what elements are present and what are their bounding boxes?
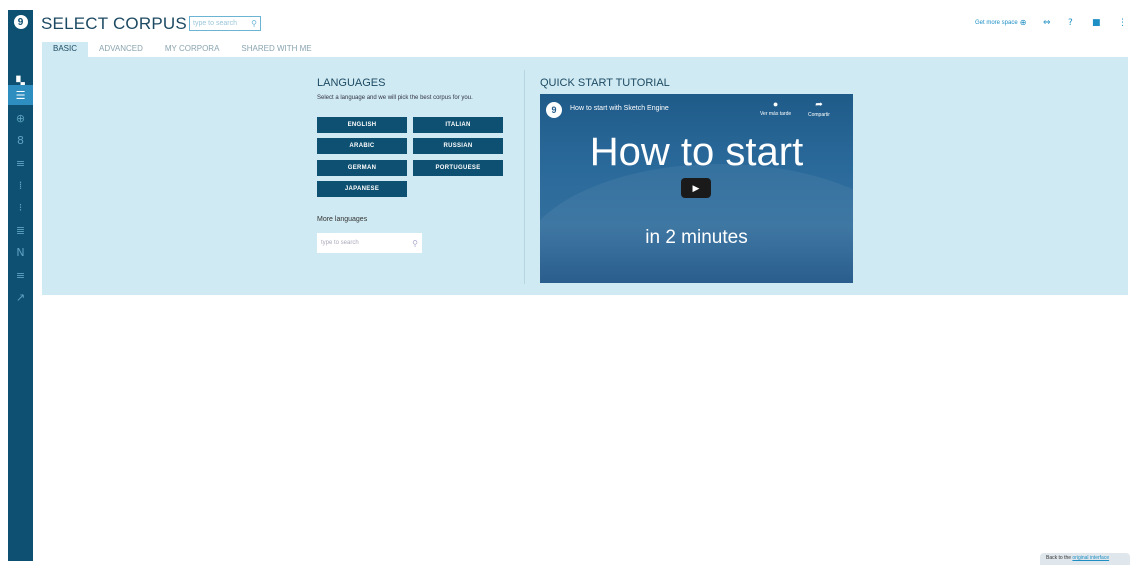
video-headline: How to start: [589, 130, 804, 174]
quick-start-title: QUICK START TUTORIAL: [540, 77, 670, 89]
get-more-space-button[interactable]: Get more space ⊕: [975, 18, 1026, 27]
tab-basic[interactable]: BASIC: [42, 42, 89, 57]
terms-icon[interactable]: ≡: [8, 265, 33, 285]
languages-subtitle: Select a language and we will pick the b…: [317, 95, 473, 101]
video-title[interactable]: How to start with Sketch Engine: [570, 105, 669, 112]
share-label: Compartir: [808, 112, 830, 118]
language-button-italian[interactable]: ITALIAN: [413, 117, 503, 133]
original-interface-link[interactable]: original interface: [1072, 555, 1109, 561]
thesaurus-icon[interactable]: ≡: [8, 153, 33, 173]
tab-my-corpora[interactable]: MY CORPORA: [154, 42, 231, 57]
more-languages-label: More languages: [317, 216, 368, 223]
search-icon: ⚲: [412, 238, 418, 248]
sketch-diff-icon[interactable]: ⁞: [8, 175, 33, 195]
play-button[interactable]: ▶: [681, 178, 711, 198]
search-icon: ⚲: [251, 19, 257, 28]
sidebar: 9 ▚ ☰ ⊕ 8 ≡ ⁞ ⁝ ≣ N ≡ ↗: [8, 10, 33, 561]
page-title: SELECT CORPUS: [41, 14, 187, 33]
back-prefix: Back to the: [1046, 555, 1073, 561]
language-button-portuguese[interactable]: PORTUGUESE: [413, 160, 503, 176]
share-icon: ➦: [815, 99, 823, 109]
play-icon: ▶: [692, 182, 700, 193]
wordlist-icon[interactable]: ⁝: [8, 197, 33, 217]
languages-title: LANGUAGES: [317, 77, 386, 89]
tab-shared-with-me[interactable]: SHARED WITH ME: [230, 42, 322, 57]
language-button-arabic[interactable]: ARABIC: [317, 138, 407, 154]
language-search-placeholder: type to search: [321, 240, 359, 246]
concordance-icon[interactable]: ⊕: [8, 108, 33, 128]
expand-icon: ⊕: [1019, 18, 1027, 27]
video-subline: in 2 minutes: [645, 227, 748, 248]
clock-icon: ●: [772, 99, 779, 109]
trends-icon[interactable]: ↗: [8, 287, 33, 307]
more-menu-icon[interactable]: ⋮: [1118, 18, 1127, 28]
feedback-icon[interactable]: ■: [1092, 18, 1101, 28]
search-placeholder: type to search: [193, 20, 237, 27]
language-button-german[interactable]: GERMAN: [317, 160, 407, 176]
watch-later-button[interactable]: ● Ver más tarde: [760, 99, 791, 117]
help-icon[interactable]: ?: [1068, 18, 1073, 28]
tab-advanced[interactable]: ADVANCED: [88, 42, 154, 57]
panel-divider: [524, 70, 525, 284]
language-button-english[interactable]: ENGLISH: [317, 117, 407, 133]
tutorial-video[interactable]: 9 How to start with Sketch Engine ● Ver …: [540, 94, 853, 283]
wordsketch-icon[interactable]: 8: [8, 130, 33, 150]
share-button[interactable]: ➦ Compartir: [808, 99, 830, 118]
channel-logo-icon[interactable]: 9: [546, 102, 562, 118]
watch-later-label: Ver más tarde: [760, 111, 792, 117]
corpus-search-input[interactable]: type to search ⚲: [189, 16, 261, 31]
logo-icon[interactable]: 9: [8, 10, 33, 34]
language-button-japanese[interactable]: JAPANESE: [317, 181, 407, 197]
ngrams-icon[interactable]: N: [8, 242, 33, 262]
language-button-russian[interactable]: RUSSIAN: [413, 138, 503, 154]
get-more-space-label: Get more space: [975, 19, 1018, 26]
language-search-input[interactable]: type to search ⚲: [317, 233, 422, 253]
back-to-original-interface: Back to the original interface: [1040, 553, 1130, 565]
corpus-tabs: BASIC ADVANCED MY CORPORA SHARED WITH ME: [42, 42, 323, 57]
corpus-list-icon[interactable]: ☰: [8, 85, 33, 105]
keywords-icon[interactable]: ≣: [8, 220, 33, 240]
fullscreen-icon[interactable]: ⇔: [1043, 18, 1051, 28]
